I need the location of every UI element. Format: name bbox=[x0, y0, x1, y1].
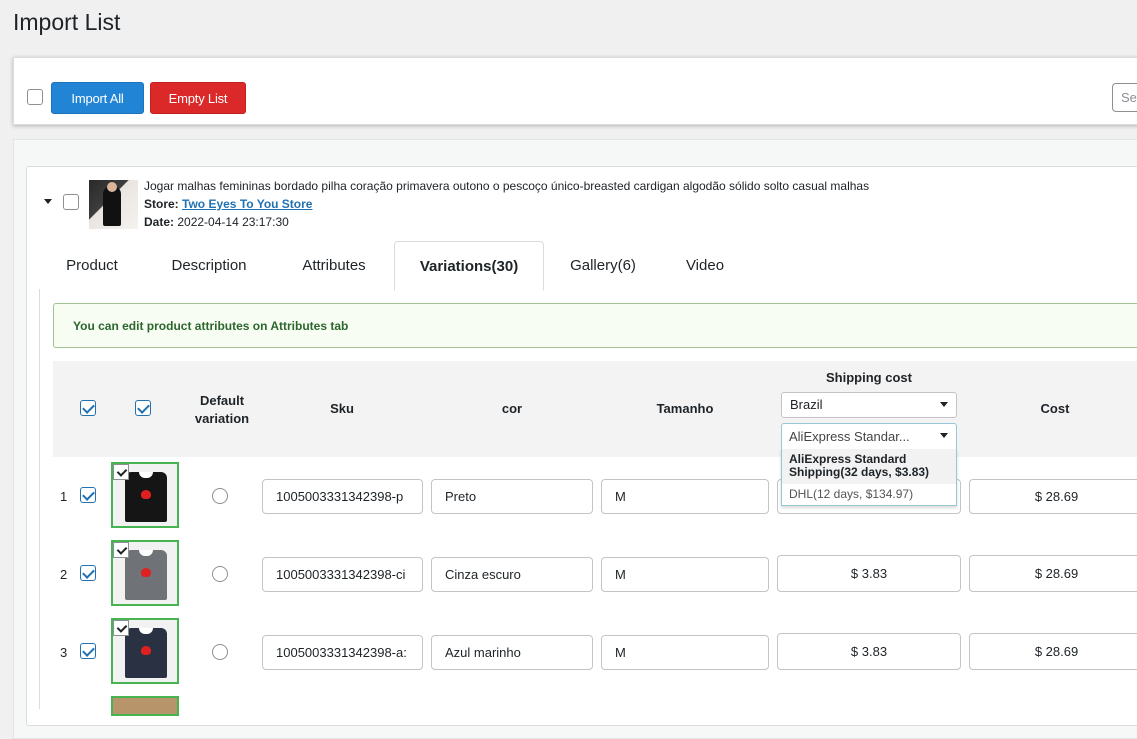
default-variation-radio[interactable] bbox=[212, 566, 228, 582]
cost-input[interactable]: $ 28.69 bbox=[969, 479, 1137, 514]
variation-checkbox[interactable] bbox=[80, 565, 96, 581]
product-title: Jogar malhas femininas bordado pilha cor… bbox=[144, 179, 870, 193]
country-dropdown-icon bbox=[940, 402, 948, 407]
cost-input[interactable]: $ 28.69 bbox=[969, 633, 1137, 670]
variation-image-checkbox[interactable] bbox=[113, 542, 129, 558]
header-default-variation: Default variation bbox=[194, 393, 250, 426]
tab-variations[interactable]: Variations(30) bbox=[394, 241, 544, 291]
default-variation-radio[interactable] bbox=[212, 644, 228, 660]
collapse-toggle-icon[interactable] bbox=[44, 199, 52, 204]
variation-image-checkbox[interactable] bbox=[113, 620, 129, 636]
attributes-notice: You can edit product attributes on Attri… bbox=[53, 303, 1137, 348]
product-tabs: Product Description Attributes Variation… bbox=[39, 241, 1137, 291]
sku-input[interactable]: 1005003331342398-p bbox=[262, 479, 423, 514]
default-variation-radio[interactable] bbox=[212, 488, 228, 504]
tab-attributes[interactable]: Attributes bbox=[283, 241, 385, 290]
product-thumbnail bbox=[89, 180, 138, 229]
header-cost: Cost bbox=[1040, 401, 1070, 416]
variation-image[interactable] bbox=[111, 618, 179, 684]
variation-checkbox[interactable] bbox=[80, 487, 96, 503]
header-cor: cor bbox=[501, 401, 523, 416]
sku-input[interactable]: 1005003331342398-ci bbox=[262, 557, 423, 592]
shipping-method-dropdown: AliExpress Standard Shipping(32 days, $3… bbox=[781, 449, 957, 506]
tab-video[interactable]: Video bbox=[669, 241, 741, 290]
page-title: Import List bbox=[13, 9, 121, 35]
shipping-method-dropdown-icon bbox=[940, 433, 948, 438]
shipping-cost-input[interactable]: $ 3.83 bbox=[777, 633, 961, 670]
store-label: Store: bbox=[144, 197, 179, 211]
tamanho-input[interactable]: M bbox=[601, 635, 769, 670]
row-number: 3 bbox=[60, 645, 68, 660]
tab-description[interactable]: Description bbox=[151, 241, 267, 290]
cor-input[interactable]: Cinza escuro bbox=[431, 557, 593, 592]
shipping-country-value: Brazil bbox=[790, 397, 823, 412]
header-sku: Sku bbox=[330, 401, 354, 416]
select-all-checkbox[interactable] bbox=[27, 89, 43, 105]
row-number: 1 bbox=[60, 489, 68, 504]
store-line: Store: Two Eyes To You Store bbox=[144, 197, 312, 211]
cor-input[interactable]: Azul marinho bbox=[431, 635, 593, 670]
header-tamanho: Tamanho bbox=[656, 401, 714, 416]
shipping-country-select[interactable]: Brazil bbox=[781, 392, 957, 418]
row-number: 2 bbox=[60, 567, 68, 582]
tamanho-input[interactable]: M bbox=[601, 479, 769, 514]
shipping-option-dhl[interactable]: DHL(12 days, $134.97) bbox=[782, 484, 956, 504]
shipping-method-value: AliExpress Standar... bbox=[789, 429, 910, 444]
select-all-variations-checkbox[interactable] bbox=[80, 400, 96, 416]
tab-gallery[interactable]: Gallery(6) bbox=[554, 241, 652, 290]
import-all-button[interactable]: Import All bbox=[51, 82, 144, 114]
header-shipping-cost: Shipping cost bbox=[826, 370, 912, 385]
search-input[interactable]: Sea bbox=[1112, 83, 1137, 112]
shipping-method-select[interactable]: AliExpress Standar... bbox=[781, 423, 957, 450]
shipping-option-aliexpress[interactable]: AliExpress Standard Shipping(32 days, $3… bbox=[782, 449, 956, 484]
date-value: 2022-04-14 23:17:30 bbox=[177, 215, 289, 229]
variation-image[interactable] bbox=[111, 462, 179, 528]
variation-image[interactable] bbox=[111, 696, 179, 716]
product-select-checkbox[interactable] bbox=[63, 194, 79, 210]
shipping-cost-input[interactable]: $ 3.83 bbox=[777, 555, 961, 592]
tab-product[interactable]: Product bbox=[47, 241, 137, 290]
cor-input[interactable]: Preto bbox=[431, 479, 593, 514]
variation-checkbox[interactable] bbox=[80, 643, 96, 659]
empty-list-button[interactable]: Empty List bbox=[150, 82, 246, 114]
tamanho-input[interactable]: M bbox=[601, 557, 769, 592]
select-all-images-checkbox[interactable] bbox=[135, 400, 151, 416]
variation-image[interactable] bbox=[111, 540, 179, 606]
store-link[interactable]: Two Eyes To You Store bbox=[182, 197, 312, 211]
date-line: Date: 2022-04-14 23:17:30 bbox=[144, 215, 289, 229]
variation-image-checkbox[interactable] bbox=[113, 464, 129, 480]
date-label: Date: bbox=[144, 215, 175, 229]
sku-input[interactable]: 1005003331342398-a: bbox=[262, 635, 423, 670]
import-toolbar: Import All Empty List Sea bbox=[13, 57, 1137, 125]
cost-input[interactable]: $ 28.69 bbox=[969, 555, 1137, 592]
